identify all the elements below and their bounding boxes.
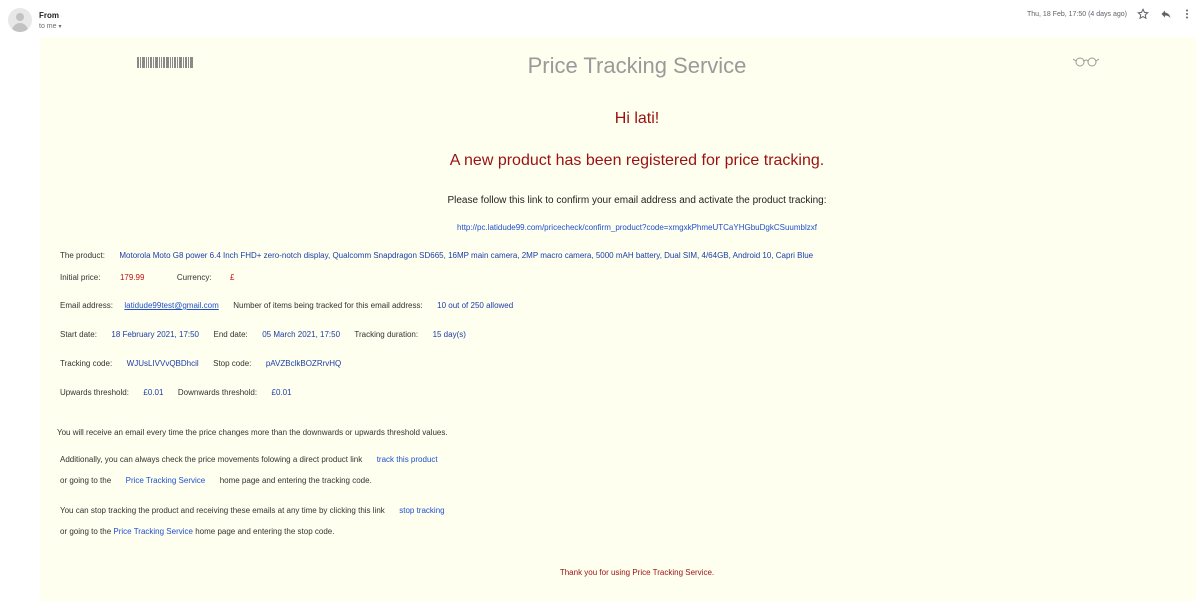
duration-value: 15 day(s): [432, 330, 466, 339]
recipients-toggle[interactable]: to me ▾: [39, 23, 62, 30]
star-icon[interactable]: [1136, 8, 1150, 22]
recipients-label: to me: [39, 23, 57, 30]
tracked-count-value: 10 out of 250 allowed: [437, 301, 514, 310]
thresholds-row: Upwards threshold: £0.01 Downwards thres…: [60, 388, 292, 397]
service-home-link[interactable]: Price Tracking Service: [126, 476, 206, 485]
tracked-count-label: Number of items being tracked for this e…: [233, 301, 423, 310]
stop-text: You can stop tracking the product and re…: [60, 506, 385, 515]
check-row-2: or going to the Price Tracking Service h…: [60, 476, 372, 485]
price-label: Initial price:: [60, 273, 101, 282]
start-date-value: 18 February 2021, 17:50: [111, 330, 200, 339]
end-date-label: End date:: [213, 330, 248, 339]
stop-code-label: Stop code:: [213, 359, 252, 368]
stop-code-value: pAVZBclkBOZRrvHQ: [265, 359, 342, 368]
service-home-link-2[interactable]: Price Tracking Service: [113, 527, 193, 536]
info-text: You will receive an email every time the…: [57, 428, 448, 437]
check-line2-pre: or going to the: [60, 476, 112, 485]
down-threshold-label: Downwards threshold:: [177, 388, 258, 397]
stop-row: You can stop tracking the product and re…: [60, 506, 445, 515]
price-value: 179.99: [119, 273, 145, 282]
check-text: Additionally, you can always check the p…: [60, 455, 363, 464]
tracking-code-value: WJUsLIVVvQBDhcil: [126, 359, 199, 368]
dates-row: Start date: 18 February 2021, 17:50 End …: [60, 330, 466, 339]
email-header: From to me ▾ Thu, 18 Feb, 17:50 (4 days a…: [0, 0, 1200, 36]
page-title: Price Tracking Service: [527, 53, 747, 78]
product-row: The product: Motorola Moto G8 power 6.4 …: [60, 251, 813, 260]
currency-value: £: [230, 273, 235, 282]
end-date-value: 05 March 2021, 17:50: [262, 330, 341, 339]
reply-icon[interactable]: [1159, 8, 1173, 22]
price-row: Initial price: 179.99 Currency: £: [60, 273, 234, 282]
check-row: Additionally, you can always check the p…: [60, 455, 438, 464]
down-threshold-value: £0.01: [271, 388, 292, 397]
avatar-body: [12, 23, 28, 32]
start-date-label: Start date:: [60, 330, 97, 339]
stop-row-2: or going to the Price Tracking Service h…: [60, 527, 334, 536]
instruction-text: Please follow this link to confirm your …: [447, 195, 827, 206]
thanks-text: Thank you for using Price Tracking Servi…: [559, 568, 715, 577]
avatar-head: [16, 13, 24, 21]
avatar[interactable]: [8, 8, 32, 32]
email-row: Email address: latidude99test@gmail.com …: [60, 301, 513, 310]
product-name: Motorola Moto G8 power 6.4 Inch FHD+ zer…: [119, 251, 814, 260]
email-date: Thu, 18 Feb, 17:50 (4 days ago): [1026, 11, 1127, 18]
currency-label: Currency:: [176, 273, 212, 282]
check-line2-post: home page and entering the tracking code…: [219, 476, 372, 485]
email-label: Email address:: [60, 301, 113, 310]
glasses-icon: [1073, 57, 1099, 67]
tracking-code-label: Tracking code:: [60, 359, 113, 368]
greeting: Hi lati!: [614, 110, 660, 127]
up-threshold-label: Upwards threshold:: [60, 388, 129, 397]
email-body: Price Tracking Service Hi lati! A new pr…: [40, 37, 1196, 601]
up-threshold-value: £0.01: [143, 388, 164, 397]
headline: A new product has been registered for pr…: [449, 152, 825, 169]
stop-tracking-link[interactable]: stop tracking: [399, 506, 444, 515]
product-label: The product:: [60, 251, 105, 260]
codes-row: Tracking code: WJUsLIVVvQBDhcil Stop cod…: [60, 359, 341, 368]
confirm-link[interactable]: http://pc.latidude99.com/pricecheck/conf…: [40, 223, 1200, 232]
chevron-down-icon: ▾: [58, 24, 62, 30]
stop-line2-pre: or going to the: [60, 527, 112, 536]
sender-name: From: [39, 11, 59, 20]
email-address-link[interactable]: latidude99test@gmail.com: [124, 301, 218, 310]
more-vert-icon[interactable]: [1180, 8, 1194, 22]
stop-line2-post: home page and entering the stop code.: [195, 527, 335, 536]
track-product-link[interactable]: track this product: [377, 455, 438, 464]
duration-label: Tracking duration:: [354, 330, 419, 339]
